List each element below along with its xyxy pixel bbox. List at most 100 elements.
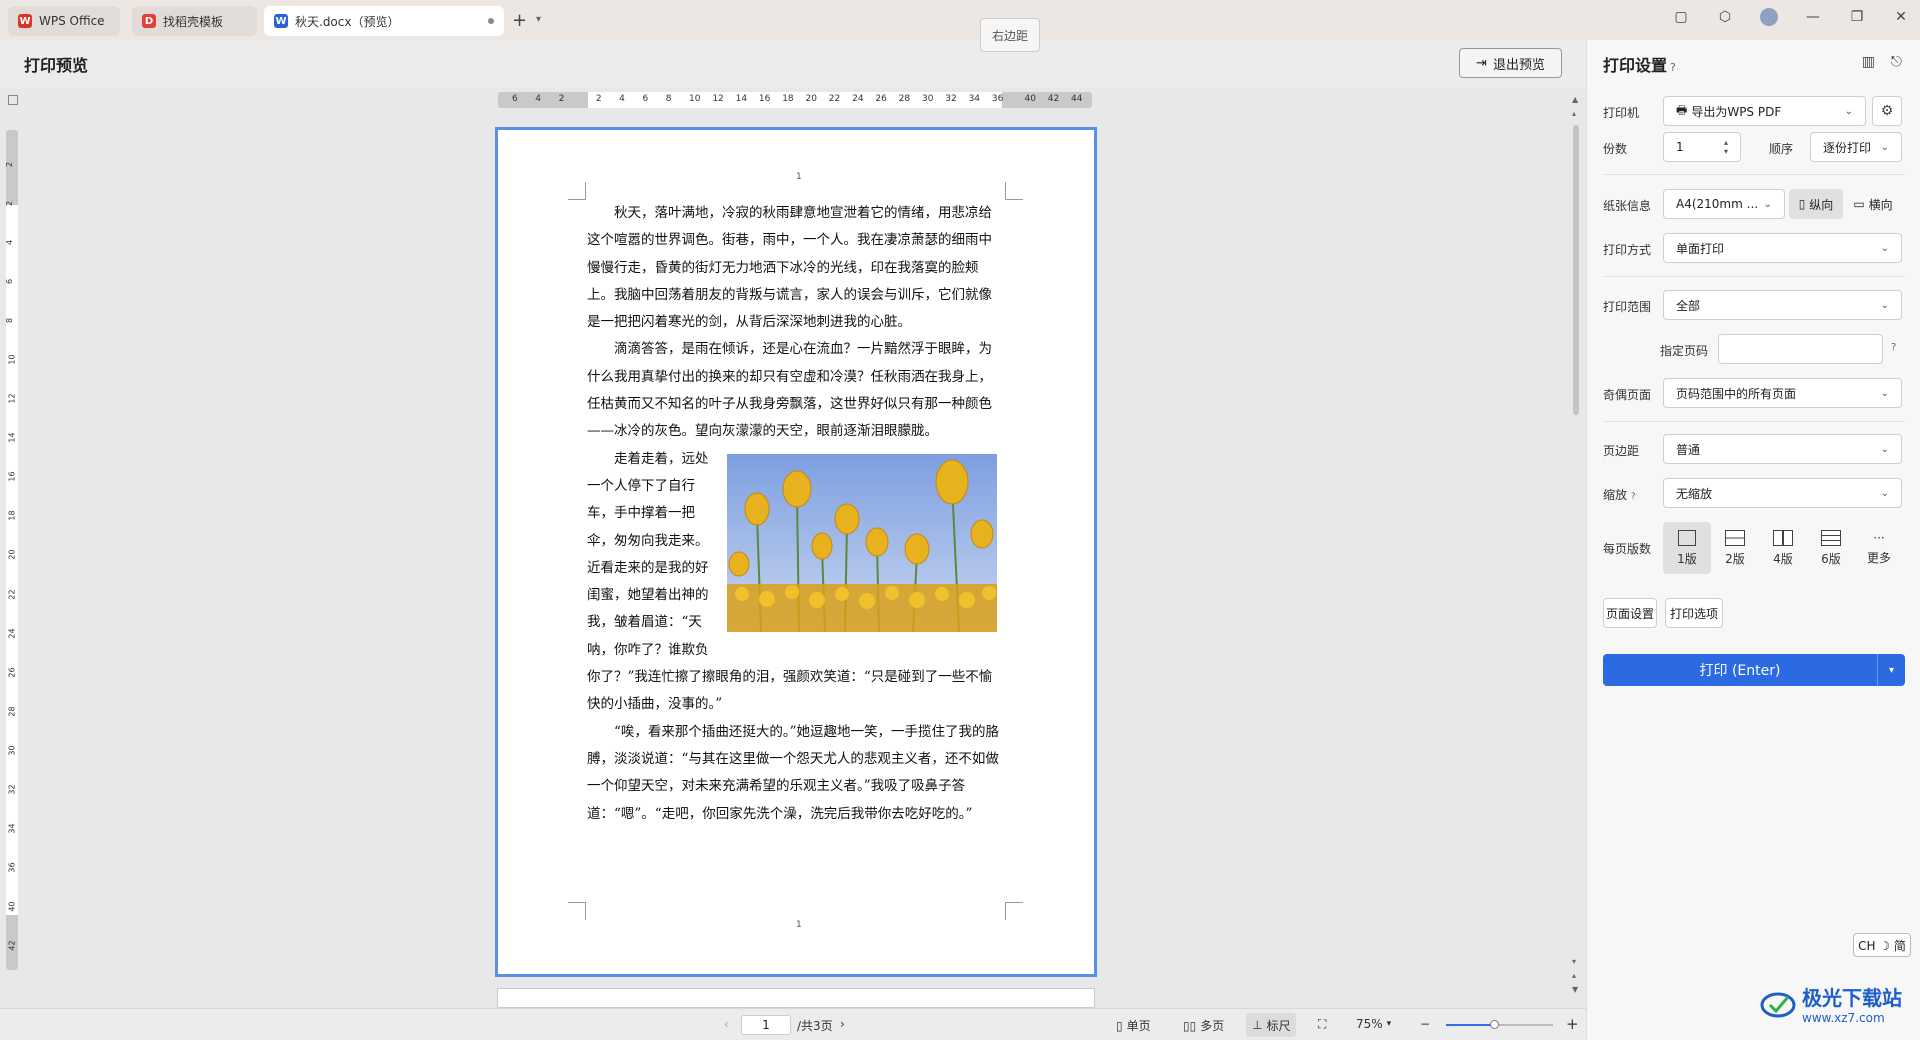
layout-6-per-sheet[interactable]: 6版 [1807,522,1855,574]
odd-even-select[interactable]: 页码范围中的所有页面 ⌄ [1663,378,1902,408]
single-page-button[interactable]: ▯ 单页 [1116,1017,1151,1034]
scrollbar-thumb[interactable] [1573,125,1579,415]
status-bar: ‹ 1 /共3页 › ▯ 单页 ▯▯ 多页 ⊥ 标尺 ⛶ 75% ▾ − + [0,1008,1586,1040]
landscape-button[interactable]: ▭ 横向 [1845,189,1901,219]
minimize-icon[interactable]: — [1804,9,1822,25]
copies-label: 份数 [1603,142,1628,156]
layout-4-per-sheet[interactable]: 4版 [1759,522,1807,574]
print-options-button[interactable]: 打印选项 [1665,598,1723,628]
tab-document[interactable]: W 秋天.docx（预览） [264,6,504,36]
next-page-icon[interactable]: › [840,1017,845,1031]
zoom-slider-knob[interactable] [1490,1020,1500,1029]
ruler-text-area [588,92,1002,108]
print-range-select[interactable]: 全部 ⌄ [1663,290,1902,320]
multi-page-button[interactable]: ▯▯ 多页 [1183,1017,1224,1034]
order-select[interactable]: 逐份打印 ⌄ [1810,132,1902,162]
tab-wps-office[interactable]: W WPS Office [8,6,120,36]
print-button[interactable]: 打印 (Enter) ▾ [1603,654,1905,686]
ruler-tick-label: 8 [5,318,15,324]
horizontal-ruler[interactable]: 6 4 2 2 4 6 8 10 12 14 16 18 20 22 24 26 28 30 32 34 36 40 42 4… [498,92,1092,108]
help-icon[interactable]: ? [1631,492,1636,502]
zoom-slider[interactable] [1446,1020,1553,1029]
close-icon[interactable]: ✕ [1892,9,1910,25]
exit-preview-label: 退出预览 [1492,57,1545,73]
layout-label: 4版 [1773,551,1793,566]
single-page-label: 单页 [1126,1019,1151,1033]
layout-label: 2版 [1725,551,1745,566]
ruler-tick-label: 42 [1047,94,1060,104]
page-number-input[interactable]: 1 [741,1015,791,1035]
stepper-arrows-icon[interactable]: ▴ ▾ [1724,138,1728,156]
chevron-down-icon: ⌄ [1763,198,1772,210]
ruler-tick-label: 30 [921,94,934,104]
printer-settings-button[interactable]: ⚙ [1872,96,1902,126]
new-tab-chevron-down-icon[interactable]: ▾ [536,14,541,25]
ruler-label: 标尺 [1266,1018,1291,1033]
divider [1603,421,1905,422]
ruler-tick-label: 40 [1024,94,1036,104]
scroll-page-up-icon[interactable]: ▴ [1572,971,1576,980]
watermark: 极光下载站 www.xz7.com [1760,982,1902,1025]
window-layout-icon[interactable]: ▢ [1672,9,1690,25]
scroll-up-icon[interactable]: ▴ [1572,109,1576,118]
copies-stepper[interactable]: 1 ▴ ▾ [1663,132,1741,162]
restore-icon[interactable]: ❐ [1848,9,1866,25]
scale-select[interactable]: 无缩放 ⌄ [1663,478,1902,508]
tab-label: 秋天.docx（预览） [295,14,400,29]
vertical-ruler[interactable]: 2 2 4 6 8 10 12 14 16 18 20 22 24 26 28 30 32 34 36 40 42 [5,130,18,970]
new-tab-plus-icon[interactable]: + [512,10,527,31]
zoom-slider-fill [1446,1024,1495,1026]
scroll-down-icon[interactable]: ▾ [1572,957,1576,966]
ruler-tick-label: 22 [7,588,17,600]
more-icon: ··· [1873,530,1885,545]
avatar[interactable] [1760,8,1778,26]
scroll-top-icon[interactable]: ▲ [1572,95,1578,104]
gear-icon: ⚙ [1880,103,1894,119]
print-button-label: 打印 (Enter) [1699,663,1781,679]
layout-1-per-sheet[interactable]: 1版 [1663,522,1711,574]
page-setup-button[interactable]: 页面设置 [1603,598,1657,628]
document-body: 秋天，落叶满地，冷寂的秋雨肆意地宣泄着它的情绪，用悲凉给这个喧嚣的世界调色。街巷… [587,200,1001,828]
printer-select[interactable]: 🖶 导出为WPS PDF ⌄ [1663,96,1866,126]
unsaved-dot-icon[interactable] [488,18,494,24]
tab-template[interactable]: D 找稻壳模板 [132,6,257,36]
zoom-value: 75% [1356,1017,1383,1031]
layout-more[interactable]: ··· 更多 [1855,522,1903,574]
layout-4-icon [1773,529,1793,546]
paragraph: 滴滴答答，是雨在倾诉，还是心在流血？一片黯然浮于眼眸，为什么我用真挚付出的换来的… [587,341,992,440]
watermark-logo-icon [1760,992,1796,1017]
layout-2-per-sheet[interactable]: 2版 [1711,522,1759,574]
help-icon[interactable]: ? [1891,342,1896,353]
portrait-button[interactable]: ▯ 纵向 [1789,189,1843,219]
vertical-scrollbar[interactable]: ▲ ▴ ▾ ▴ ▼ [1570,95,1582,1000]
zoom-out-icon[interactable]: − [1420,1017,1430,1031]
panel-pin-icon[interactable]: ⎋ [1891,54,1902,70]
help-icon[interactable]: ? [1670,61,1676,74]
fit-page-icon[interactable]: ⛶ [1318,1017,1326,1032]
panel-layout-icon[interactable]: ▥ [1862,54,1875,70]
cube-icon[interactable]: ⬡ [1716,9,1734,25]
scroll-bottom-icon[interactable]: ▼ [1572,985,1578,994]
prev-page-icon[interactable]: ‹ [724,1017,729,1031]
ime-indicator[interactable]: CH ☽ 简 [1853,933,1911,957]
portrait-label: 纵向 [1809,197,1834,212]
total-pages: /共3页 [797,1019,833,1033]
zoom-in-icon[interactable]: + [1566,1015,1579,1033]
ruler-tick-label: 32 [7,784,17,795]
panel-title: 打印设置? [1603,52,1676,76]
ruler-toggle-button[interactable]: ⊥ 标尺 [1246,1013,1297,1037]
print-dropdown-chevron-icon[interactable]: ▾ [1877,654,1905,686]
paper-select[interactable]: A4(210mm ... ⌄ [1663,189,1785,219]
print-mode-select[interactable]: 单面打印 ⌄ [1663,233,1902,263]
panel-title-text: 打印设置 [1603,56,1668,75]
copies-value: 1 [1676,140,1684,154]
preview-header: 打印预览 ⇥ 退出预览 [0,40,1586,88]
zoom-select[interactable]: 75% ▾ [1356,1017,1391,1031]
page-numbers-input[interactable] [1718,334,1883,364]
printer-label: 打印机 [1603,106,1640,120]
exit-preview-button[interactable]: ⇥ 退出预览 [1459,48,1562,78]
page-number-top: 1 [796,172,802,182]
margin-select[interactable]: 普通 ⌄ [1663,434,1902,464]
ruler-corner[interactable] [8,95,18,105]
odd-even-label: 奇偶页面 [1603,388,1652,402]
